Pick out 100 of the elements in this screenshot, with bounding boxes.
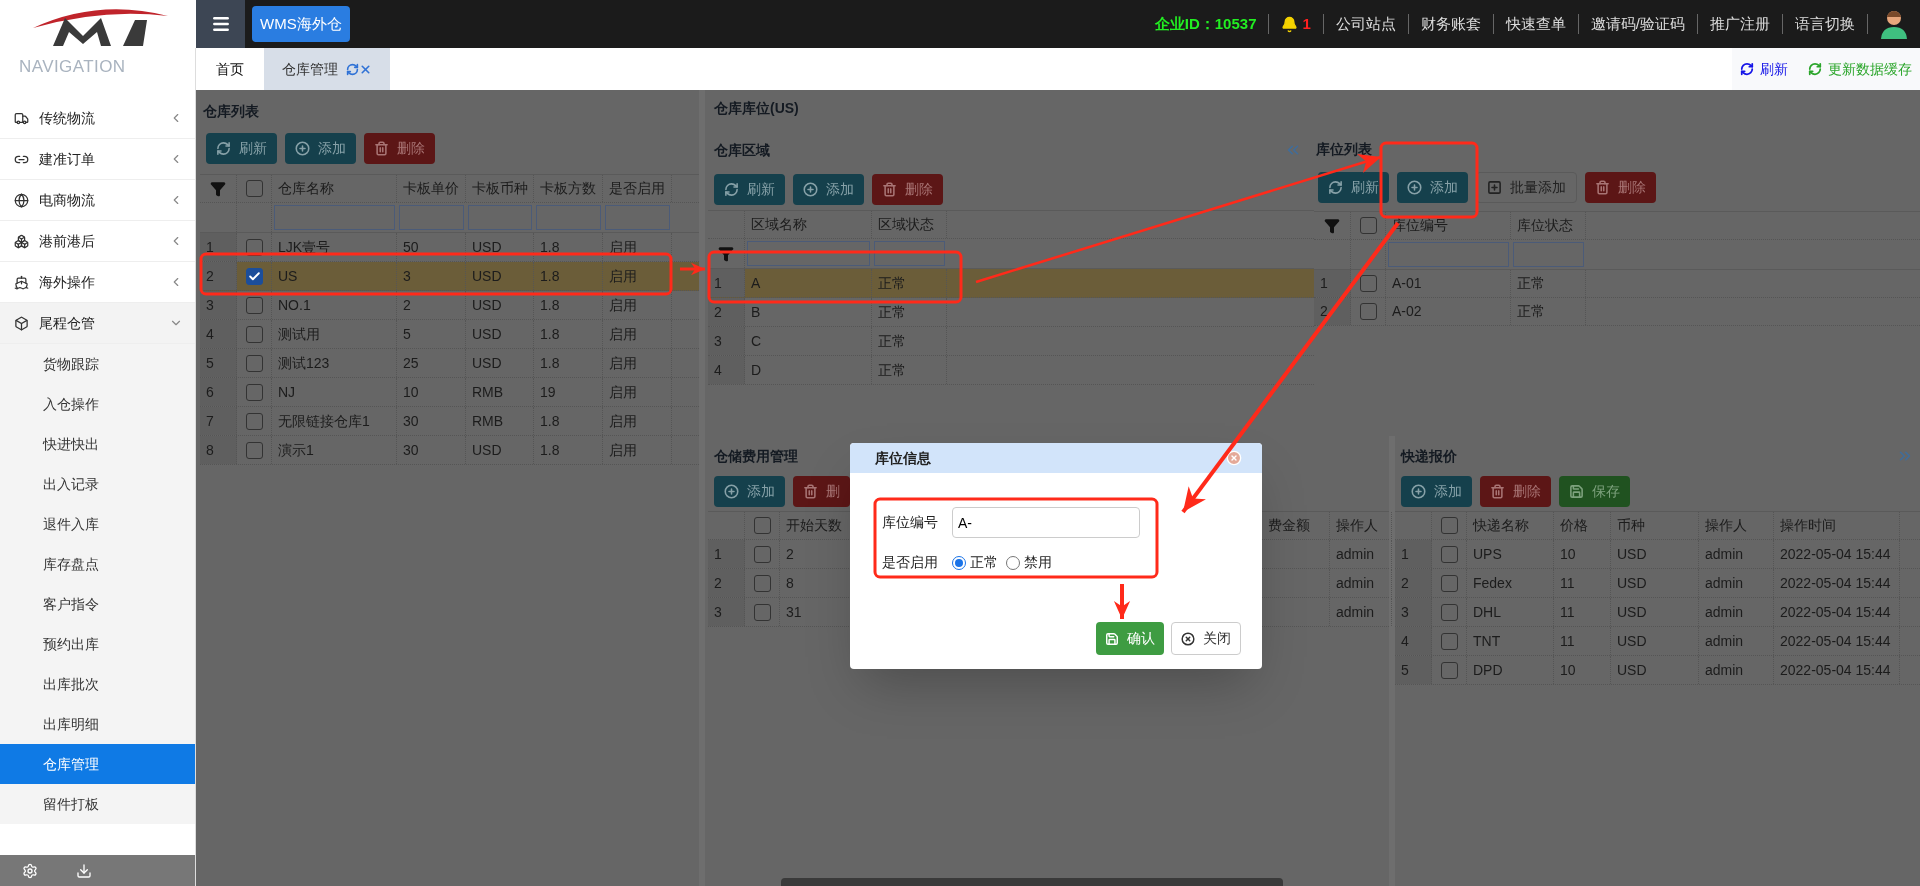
checkbox[interactable] bbox=[245, 180, 263, 197]
checkbox[interactable] bbox=[245, 383, 263, 401]
download-icon[interactable] bbox=[76, 862, 92, 879]
checkbox[interactable] bbox=[245, 441, 263, 459]
column-header[interactable]: 操作时间 bbox=[1774, 512, 1900, 539]
filter-icon[interactable] bbox=[718, 245, 734, 262]
checkbox[interactable] bbox=[753, 574, 771, 592]
input-field[interactable]: A- bbox=[952, 507, 1140, 538]
sidebar-subitem[interactable]: 客户指令 bbox=[0, 584, 195, 624]
column-header[interactable]: 卡板币种 bbox=[466, 175, 534, 202]
checkbox[interactable] bbox=[753, 545, 771, 563]
refresh-icon[interactable] bbox=[346, 62, 359, 76]
column-header[interactable]: 区域名称 bbox=[745, 211, 872, 238]
sidebar-subitem[interactable]: 出库批次 bbox=[0, 664, 195, 704]
toolbar-button[interactable]: 删除 bbox=[1480, 476, 1551, 507]
sidebar-subitem[interactable]: 货物跟踪 bbox=[0, 344, 195, 384]
checkbox[interactable] bbox=[1359, 275, 1377, 292]
header-link[interactable]: 快速查单 bbox=[1493, 12, 1578, 36]
filter-field[interactable] bbox=[536, 205, 601, 230]
tab[interactable]: 首页 bbox=[196, 48, 264, 90]
sidebar-subitem[interactable]: 预约出库 bbox=[0, 624, 195, 664]
tab[interactable]: 仓库管理 bbox=[264, 48, 390, 90]
toolbar-button[interactable]: 批量添加 bbox=[1476, 172, 1577, 203]
checkbox[interactable] bbox=[245, 325, 263, 343]
column-header[interactable]: 库位状态 bbox=[1511, 212, 1586, 239]
filter-field[interactable] bbox=[468, 205, 532, 230]
header-link[interactable]: 推广注册 bbox=[1698, 12, 1782, 36]
column-header[interactable]: 快递名称 bbox=[1467, 512, 1554, 539]
checkbox[interactable] bbox=[245, 354, 263, 372]
filter-field[interactable] bbox=[605, 205, 670, 230]
close-icon[interactable] bbox=[359, 62, 372, 76]
toolbar-link[interactable]: 更新数据缓存 bbox=[1808, 58, 1912, 80]
toolbar-button[interactable]: 删 bbox=[793, 476, 850, 507]
checkbox[interactable] bbox=[1440, 545, 1458, 563]
checkbox[interactable] bbox=[1440, 661, 1458, 679]
toolbar-button[interactable]: 添加 bbox=[714, 476, 785, 507]
sidebar-item[interactable]: 电商物流 bbox=[0, 180, 195, 221]
header-link[interactable]: 邀请码/验证码 bbox=[1578, 12, 1697, 36]
checkbox[interactable] bbox=[245, 412, 263, 430]
sidebar-subitem[interactable]: 退件入库 bbox=[0, 504, 195, 544]
app-button[interactable]: WMS海外仓 bbox=[252, 6, 350, 42]
settings-icon[interactable] bbox=[22, 862, 38, 879]
sidebar-item[interactable]: 建准订单 bbox=[0, 139, 195, 180]
checkbox[interactable] bbox=[245, 296, 263, 314]
toolbar-link[interactable]: 刷新 bbox=[1740, 58, 1788, 80]
column-header[interactable]: 卡板单价 bbox=[397, 175, 466, 202]
bell-icon[interactable] bbox=[1281, 15, 1299, 33]
sidebar-subitem[interactable]: 出库明细 bbox=[0, 704, 195, 744]
dialog-button[interactable]: 关闭 bbox=[1171, 622, 1241, 655]
checkbox[interactable] bbox=[1440, 632, 1458, 650]
toolbar-button[interactable]: 刷新 bbox=[1318, 172, 1389, 203]
column-header[interactable]: 是否启用 bbox=[603, 175, 672, 202]
column-header[interactable]: 币种 bbox=[1611, 512, 1699, 539]
dialog-button[interactable]: 确认 bbox=[1096, 622, 1164, 655]
filter-field[interactable] bbox=[1388, 242, 1509, 267]
sidebar-subitem[interactable]: 留件打板 bbox=[0, 784, 195, 824]
header-link[interactable]: 公司站点 bbox=[1323, 12, 1408, 36]
column-header[interactable]: 操作人 bbox=[1330, 512, 1392, 539]
checkbox[interactable] bbox=[753, 603, 771, 621]
column-header[interactable]: 操作人 bbox=[1699, 512, 1774, 539]
filter-icon[interactable] bbox=[210, 180, 226, 197]
filter-field[interactable] bbox=[1513, 242, 1584, 267]
sidebar-subitem[interactable]: 仓库管理 bbox=[0, 744, 195, 784]
checkbox[interactable] bbox=[1440, 603, 1458, 621]
column-header[interactable]: 区域状态 bbox=[872, 211, 947, 238]
toolbar-button[interactable]: 添加 bbox=[1397, 172, 1468, 203]
column-header[interactable]: 卡板方数 bbox=[534, 175, 603, 202]
checkbox[interactable] bbox=[1359, 303, 1377, 320]
toolbar-button[interactable]: 删除 bbox=[1585, 172, 1656, 203]
column-header[interactable]: 价格 bbox=[1554, 512, 1611, 539]
filter-icon[interactable] bbox=[1324, 217, 1340, 234]
checkbox[interactable] bbox=[1440, 517, 1458, 534]
sidebar-item[interactable]: 港前港后 bbox=[0, 221, 195, 262]
close-icon[interactable] bbox=[1226, 450, 1242, 466]
toolbar-button[interactable]: 删除 bbox=[872, 174, 943, 205]
toolbar-button[interactable]: 删除 bbox=[364, 133, 435, 164]
header-link[interactable]: 财务账套 bbox=[1408, 12, 1493, 36]
avatar-icon[interactable] bbox=[1880, 9, 1908, 39]
column-header[interactable]: 仓库名称 bbox=[272, 175, 397, 202]
toolbar-button[interactable]: 刷新 bbox=[206, 133, 277, 164]
sidebar-subitem[interactable]: 快进快出 bbox=[0, 424, 195, 464]
sidebar-item[interactable]: 传统物流 bbox=[0, 98, 195, 139]
toolbar-button[interactable]: 保存 bbox=[1559, 476, 1630, 507]
checkbox[interactable] bbox=[1359, 217, 1377, 234]
filter-field[interactable] bbox=[399, 205, 464, 230]
toolbar-button[interactable]: 刷新 bbox=[714, 174, 785, 205]
checkbox[interactable] bbox=[753, 517, 771, 534]
toolbar-button[interactable]: 添加 bbox=[1401, 476, 1472, 507]
filter-field[interactable] bbox=[274, 205, 395, 230]
scrollbar[interactable] bbox=[781, 878, 1283, 886]
checkbox[interactable] bbox=[1440, 574, 1458, 592]
toolbar-button[interactable]: 添加 bbox=[285, 133, 356, 164]
checkbox[interactable] bbox=[245, 267, 263, 285]
sidebar-subitem[interactable]: 出入记录 bbox=[0, 464, 195, 504]
menu-button[interactable] bbox=[196, 0, 245, 48]
sidebar-item[interactable]: 尾程仓管 bbox=[0, 303, 195, 344]
toolbar-button[interactable]: 添加 bbox=[793, 174, 864, 205]
sidebar-subitem[interactable]: 库存盘点 bbox=[0, 544, 195, 584]
header-link[interactable]: 语言切换 bbox=[1783, 12, 1867, 36]
sidebar-subitem[interactable]: 入仓操作 bbox=[0, 384, 195, 424]
